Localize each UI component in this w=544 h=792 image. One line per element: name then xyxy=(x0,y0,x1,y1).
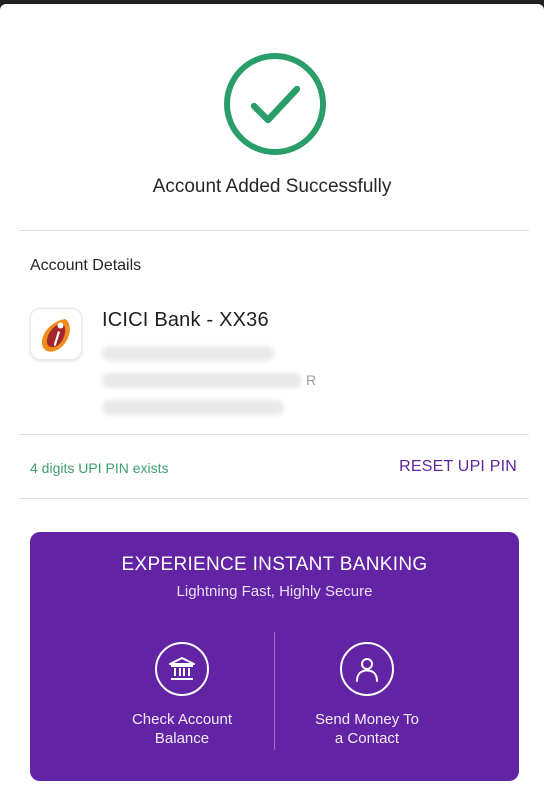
redacted-line xyxy=(102,400,284,415)
promo-title: EXPERIENCE INSTANT BANKING xyxy=(121,554,428,575)
reset-upi-pin-button[interactable]: RESET UPI PIN xyxy=(399,458,517,476)
instant-banking-card: EXPERIENCE INSTANT BANKING Lightning Fas… xyxy=(30,532,519,781)
check-circle-icon xyxy=(222,51,328,157)
divider xyxy=(19,498,529,499)
send-money-button[interactable]: Send Money To a Contact xyxy=(267,642,467,748)
divider xyxy=(19,230,529,231)
upi-pin-status: 4 digits UPI PIN exists xyxy=(30,460,169,476)
redacted-line xyxy=(102,346,274,361)
check-balance-button[interactable]: Check Account Balance xyxy=(82,642,282,748)
success-title: Account Added Successfully xyxy=(152,176,392,197)
redacted-tail: R xyxy=(306,372,317,388)
bank-name: ICICI Bank - XX36 xyxy=(102,309,269,331)
divider xyxy=(19,434,529,435)
user-icon xyxy=(340,642,394,696)
redacted-line xyxy=(102,373,302,388)
bank-icon xyxy=(155,642,209,696)
promo-subtitle: Lightning Fast, Highly Secure xyxy=(176,583,373,600)
account-details-title: Account Details xyxy=(30,257,142,274)
check-balance-label: Check Account Balance xyxy=(131,711,233,747)
send-money-label: Send Money To a Contact xyxy=(315,711,419,747)
icici-bank-logo xyxy=(30,308,82,360)
screen: Account Added Successfully Account Detai… xyxy=(0,4,544,792)
